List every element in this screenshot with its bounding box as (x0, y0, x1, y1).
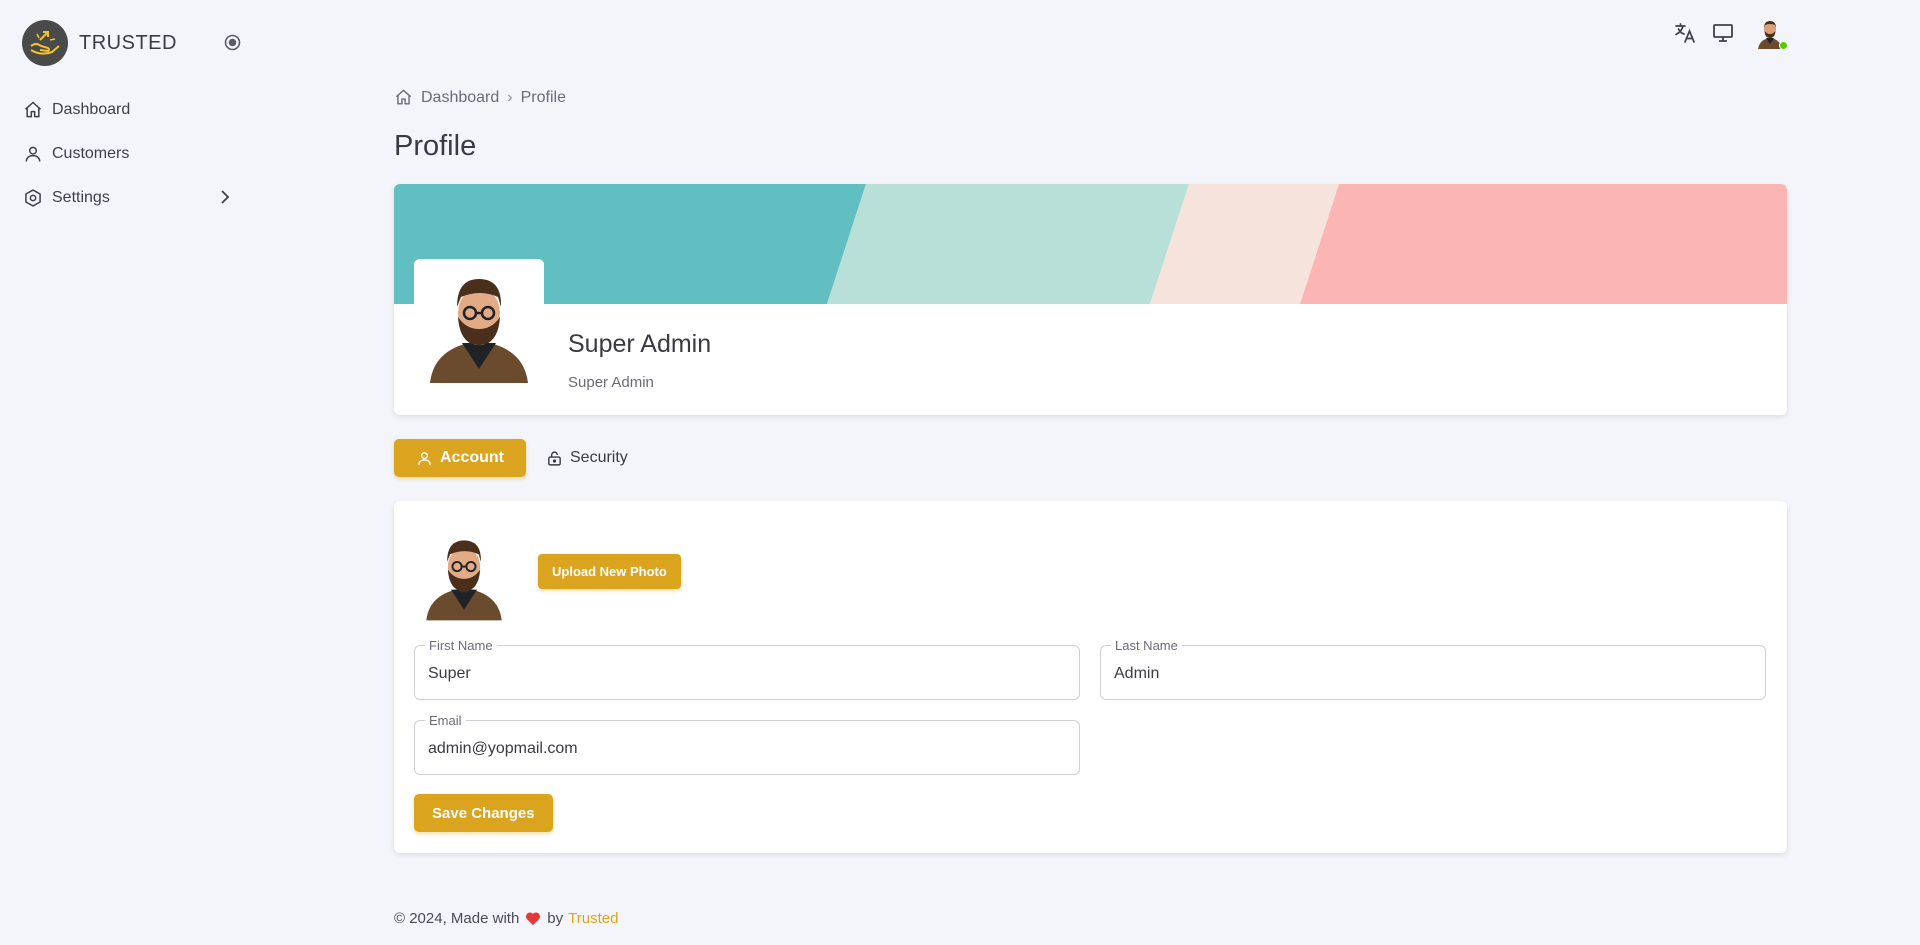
last-name-input[interactable] (1114, 663, 1752, 685)
avatar-image (414, 525, 514, 625)
profile-photo (414, 259, 544, 389)
save-changes-button[interactable]: Save Changes (414, 794, 553, 832)
footer-brand-link[interactable]: Trusted (568, 910, 618, 927)
sidebar-item-settings[interactable]: Settings (22, 176, 232, 220)
profile-tabs: Account Security (394, 439, 640, 477)
brand[interactable]: TRUSTED (22, 20, 177, 66)
first-name-input[interactable] (428, 663, 1066, 685)
breadcrumb-current: Profile (520, 88, 566, 106)
heart-icon (525, 911, 541, 926)
sidebar: TRUSTED Dashboard Customers Settings (0, 0, 260, 945)
footer-by: by (547, 910, 564, 927)
brand-name: TRUSTED (79, 31, 177, 54)
account-photo (414, 525, 514, 625)
email-input[interactable] (428, 738, 1066, 760)
tab-label: Account (440, 449, 504, 466)
upload-photo-button[interactable]: Upload New Photo (538, 554, 681, 589)
first-name-label: First Name (425, 638, 497, 653)
page-title: Profile (394, 130, 477, 162)
profile-header-card: Super Admin Super Admin (394, 184, 1787, 415)
account-card: Upload New Photo First Name Last Name Em… (394, 501, 1787, 853)
breadcrumb: Dashboard › Profile (394, 88, 566, 107)
sidebar-item-dashboard[interactable]: Dashboard (22, 88, 232, 132)
email-label: Email (425, 713, 466, 728)
translate-icon[interactable] (1671, 19, 1699, 47)
tab-account[interactable]: Account (394, 439, 526, 477)
topbar (1661, 16, 1788, 50)
user-icon (22, 143, 44, 165)
online-status-dot (1779, 41, 1788, 50)
footer: © 2024, Made with by Trusted (394, 910, 618, 927)
sidebar-item-label: Dashboard (52, 101, 131, 118)
avatar-image (414, 259, 544, 389)
monitor-icon[interactable] (1709, 19, 1737, 47)
profile-role: Super Admin (568, 374, 654, 391)
last-name-field[interactable]: Last Name (1100, 638, 1766, 700)
last-name-label: Last Name (1111, 638, 1182, 653)
sidebar-nav: Dashboard Customers Settings (22, 88, 232, 220)
sidebar-item-customers[interactable]: Customers (22, 132, 232, 176)
profile-name: Super Admin (568, 330, 712, 358)
sidebar-toggle-icon[interactable] (224, 34, 241, 51)
lock-icon (546, 450, 563, 467)
footer-text: © 2024, Made with (394, 910, 520, 927)
gear-icon (22, 187, 44, 209)
sidebar-item-label: Customers (52, 145, 130, 162)
home-icon[interactable] (394, 88, 413, 107)
email-field[interactable]: Email (414, 713, 1080, 775)
user-avatar[interactable] (1753, 16, 1788, 50)
tab-label: Security (570, 449, 628, 466)
breadcrumb-separator: › (507, 88, 513, 106)
brand-logo (22, 20, 68, 66)
sidebar-item-label: Settings (52, 189, 110, 206)
first-name-field[interactable]: First Name (414, 638, 1080, 700)
chevron-right-icon (218, 188, 232, 211)
breadcrumb-dashboard-link[interactable]: Dashboard (421, 89, 499, 107)
user-icon (416, 450, 433, 467)
profile-banner (394, 184, 1787, 304)
home-icon (22, 99, 44, 121)
tab-security[interactable]: Security (534, 439, 640, 477)
